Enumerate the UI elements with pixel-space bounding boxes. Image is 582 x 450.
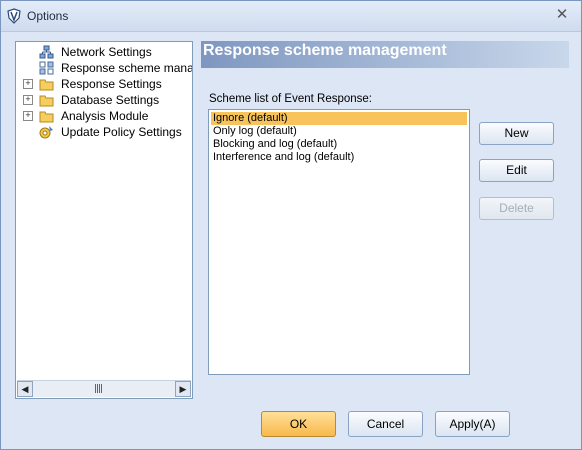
window-title: Options bbox=[27, 9, 69, 23]
scheme-listbox[interactable]: Ignore (default) Only log (default) Bloc… bbox=[208, 109, 470, 375]
scheme-list-item[interactable]: Only log (default) bbox=[211, 125, 467, 138]
update-policy-icon bbox=[39, 126, 53, 139]
tree-item-label: Network Settings bbox=[61, 45, 152, 59]
tree-item-label: Response scheme manage bbox=[61, 61, 193, 75]
panel-header: Response scheme management bbox=[201, 41, 569, 68]
expand-icon[interactable]: + bbox=[23, 95, 33, 105]
scheme-list-item[interactable]: Interference and log (default) bbox=[211, 151, 467, 164]
scheme-list-item[interactable]: Blocking and log (default) bbox=[211, 138, 467, 151]
close-icon[interactable]: ✕ bbox=[553, 6, 571, 24]
delete-button[interactable]: Delete bbox=[479, 197, 554, 220]
edit-button[interactable]: Edit bbox=[479, 159, 554, 182]
scheme-icon bbox=[39, 61, 54, 75]
folder-icon bbox=[39, 79, 54, 91]
scroll-right-icon[interactable]: ▶ bbox=[175, 381, 191, 397]
expand-icon[interactable]: + bbox=[23, 111, 33, 121]
ok-button[interactable]: OK bbox=[261, 411, 336, 437]
folder-icon bbox=[39, 111, 54, 123]
expand-icon[interactable]: + bbox=[23, 79, 33, 89]
tree-item-label: Response Settings bbox=[61, 77, 162, 91]
tree-horizontal-scrollbar[interactable]: ◀ ▶ bbox=[17, 380, 191, 397]
new-button[interactable]: New bbox=[479, 122, 554, 145]
scroll-left-icon[interactable]: ◀ bbox=[17, 381, 33, 397]
tree-item-label: Database Settings bbox=[61, 93, 160, 107]
tree-item-label: Analysis Module bbox=[61, 109, 149, 123]
apply-button[interactable]: Apply(A) bbox=[435, 411, 510, 437]
scroll-thumb-grip-icon[interactable] bbox=[95, 384, 103, 393]
folder-icon bbox=[39, 95, 54, 107]
scheme-list-item[interactable]: Ignore (default) bbox=[211, 112, 467, 125]
options-window: Options ✕ Network Settings Response sche… bbox=[0, 0, 582, 450]
cancel-button[interactable]: Cancel bbox=[348, 411, 423, 437]
tree-item-label: Update Policy Settings bbox=[61, 125, 182, 139]
shield-icon bbox=[7, 8, 21, 24]
title-bar: Options ✕ bbox=[1, 1, 581, 32]
panel-title: Response scheme management bbox=[203, 42, 447, 59]
settings-tree: Network Settings Response scheme manage … bbox=[15, 41, 193, 399]
network-icon bbox=[39, 45, 54, 59]
scheme-list-label: Scheme list of Event Response: bbox=[209, 93, 372, 105]
